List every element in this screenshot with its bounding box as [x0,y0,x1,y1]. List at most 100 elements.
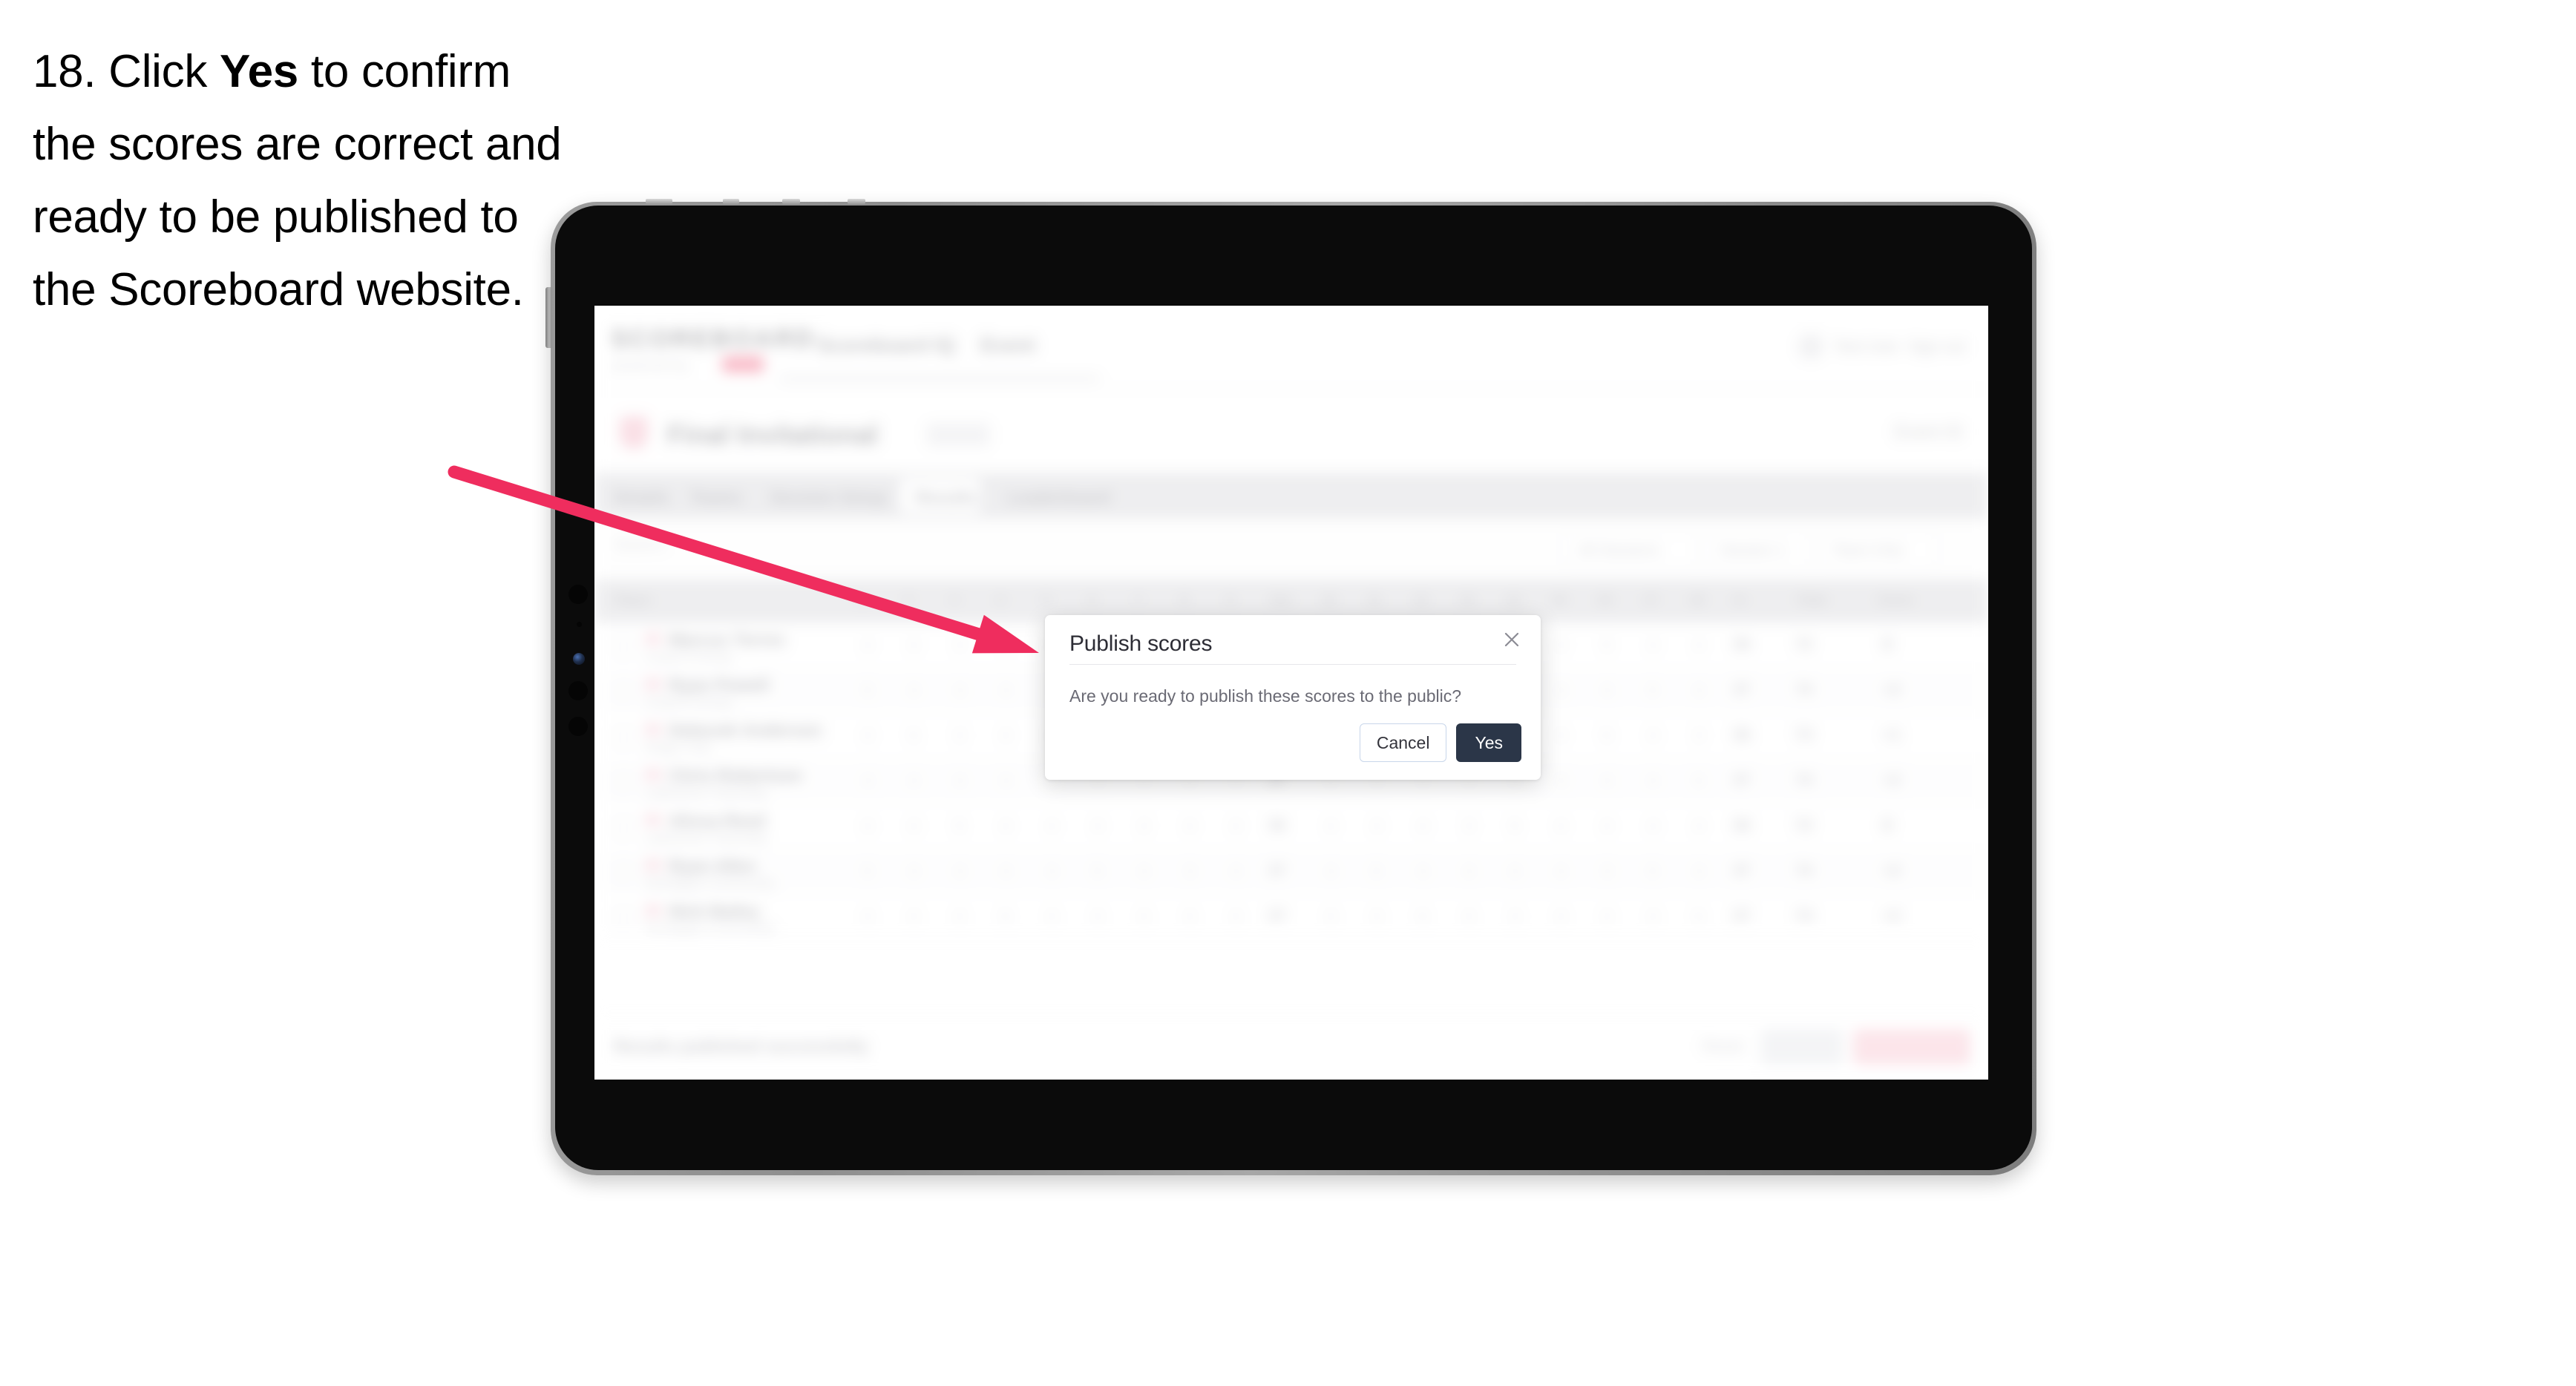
hole-score-cell[interactable]: 4 [997,683,1015,700]
hole-score-cell[interactable]: 5 [1368,864,1386,881]
hole-score-cell[interactable]: 4 [1552,818,1570,835]
hole-score-cell[interactable]: 3 [1135,818,1153,835]
hole-score-cell[interactable]: 4 [1322,818,1340,835]
hole-score-cell[interactable]: 4 [1552,909,1570,926]
hole-score-cell[interactable]: 4 [1598,818,1616,835]
tab-leaderboard[interactable]: Leaderboard [1007,487,1110,508]
table-row[interactable]: Alissa Reed Lakeshore Township 4 4 5 4 4 4 3 4 4 36… [594,804,1988,850]
hole-score-cell[interactable]: 4 [951,864,969,881]
hole-score-cell[interactable]: 4 [1644,637,1662,654]
hole-score-cell[interactable]: 4 [1506,864,1524,881]
hole-score-cell[interactable]: 4 [1414,864,1432,881]
power-button[interactable] [545,287,552,348]
tab-details[interactable]: Details [614,487,669,508]
hole-score-cell[interactable]: 3 [1690,728,1708,745]
hole-score-cell[interactable]: 4 [1460,864,1478,881]
sign-out-link[interactable]: Sign out [1908,338,1965,356]
hole-score-cell[interactable]: 5 [1089,864,1107,881]
hole-score-cell[interactable]: 4 [997,728,1015,745]
hole-score-cell[interactable]: 4 [859,818,876,835]
hole-score-cell[interactable]: 4 [905,909,922,926]
hole-score-cell[interactable]: 3 [1181,864,1199,881]
hole-score-cell[interactable]: 3 [1506,909,1524,926]
hole-score-cell[interactable]: 5 [1598,728,1616,745]
hole-score-cell[interactable]: 5 [997,909,1015,926]
hole-score-cell[interactable]: 4 [1089,909,1107,926]
hole-score-cell[interactable]: 4 [905,637,922,654]
hole-score-cell[interactable]: 5 [951,818,969,835]
hole-score-cell[interactable]: 4 [1227,909,1245,926]
hole-score-cell[interactable]: 5 [997,637,1015,654]
hole-score-cell[interactable]: 4 [1368,909,1386,926]
topnav-item-event[interactable]: Event [980,334,1035,357]
table-row[interactable]: Ryan Allen Northgate Community 5 4 4 4 4 5 4 3 4 37… [594,849,1988,895]
tab-results[interactable]: Results [915,487,977,508]
hole-score-cell[interactable]: 5 [1690,773,1708,790]
hole-score-cell[interactable]: 4 [1181,818,1199,835]
hole-score-cell[interactable]: 4 [1135,909,1153,926]
hole-score-cell[interactable]: 4 [1598,909,1616,926]
hole-score-cell[interactable]: 5 [859,864,876,881]
hole-score-cell[interactable]: 3 [997,773,1015,790]
hole-score-cell[interactable]: 4 [905,864,922,881]
topnav-item-scoreboard-iq[interactable]: Scoreboard IQ [817,334,955,357]
hole-score-cell[interactable]: 4 [1690,864,1708,881]
hole-score-cell[interactable]: 4 [951,773,969,790]
hole-score-cell[interactable]: 4 [905,773,922,790]
row-checkbox[interactable] [614,864,633,883]
row-checkbox[interactable] [614,773,633,792]
hole-score-cell[interactable]: 4 [859,728,876,745]
yes-button[interactable]: Yes [1456,723,1521,762]
hole-score-cell[interactable]: 4 [1460,909,1478,926]
row-checkbox[interactable] [614,728,633,747]
row-checkbox[interactable] [614,909,633,928]
hole-score-cell[interactable]: 4 [905,818,922,835]
row-checkbox[interactable] [614,818,633,838]
hole-score-cell[interactable]: 3 [1598,864,1616,881]
hole-score-cell[interactable]: 4 [1598,773,1616,790]
table-row[interactable]: Nick Bailey Northgate Community 4 4 4 5 4 4 4 4 4 3… [594,894,1988,940]
hole-score-cell[interactable]: 4 [1552,864,1570,881]
hole-score-cell[interactable]: 4 [1552,728,1570,745]
hole-score-cell[interactable]: 4 [859,773,876,790]
tab-teams[interactable]: Teams [689,487,742,508]
hole-score-cell[interactable]: 4 [1644,909,1662,926]
hole-score-cell[interactable]: 4 [1644,728,1662,745]
hole-score-cell[interactable]: 4 [859,637,876,654]
hole-score-cell[interactable]: 5 [1644,864,1662,881]
hole-score-cell[interactable]: 4 [1322,909,1340,926]
hole-score-cell[interactable]: 5 [1598,637,1616,654]
hole-score-cell[interactable]: 4 [1089,818,1107,835]
hole-score-cell[interactable]: 4 [1135,864,1153,881]
hole-score-cell[interactable]: 5 [905,728,922,745]
hole-score-cell[interactable]: 4 [1181,909,1199,926]
hole-score-cell[interactable]: 4 [1043,909,1061,926]
hole-score-cell[interactable]: 3 [1460,818,1478,835]
hole-score-cell[interactable]: 5 [1414,909,1432,926]
hole-score-cell[interactable]: 4 [1227,818,1245,835]
hole-score-cell[interactable]: 3 [951,637,969,654]
hole-score-cell[interactable]: 4 [1368,818,1386,835]
hole-score-cell[interactable]: 3 [1552,773,1570,790]
row-checkbox[interactable] [614,637,633,657]
hole-score-cell[interactable]: 4 [951,683,969,700]
hole-score-cell[interactable]: 4 [859,909,876,926]
hole-score-cell[interactable]: 4 [1644,773,1662,790]
hole-score-cell[interactable]: 4 [1644,818,1662,835]
hole-score-cell[interactable]: 4 [997,864,1015,881]
hole-score-cell[interactable]: 5 [859,683,876,700]
hole-score-cell[interactable]: 3 [951,728,969,745]
hole-score-cell[interactable]: 4 [1552,683,1570,700]
save-all-button[interactable] [1761,1029,1843,1065]
cancel-button[interactable]: Cancel [1359,723,1447,762]
search-input[interactable]: Search [614,535,836,563]
hole-score-cell[interactable]: 4 [997,818,1015,835]
hole-score-cell[interactable]: 4 [951,909,969,926]
hole-score-cell[interactable]: 4 [1043,864,1061,881]
hole-score-cell[interactable]: 5 [1644,683,1662,700]
hole-score-cell[interactable]: 4 [1043,818,1061,835]
avatar[interactable] [1798,334,1823,359]
hole-score-cell[interactable]: 4 [1690,683,1708,700]
hole-score-cell[interactable]: 4 [1414,818,1432,835]
account-user-label[interactable]: Test User [1834,338,1900,356]
